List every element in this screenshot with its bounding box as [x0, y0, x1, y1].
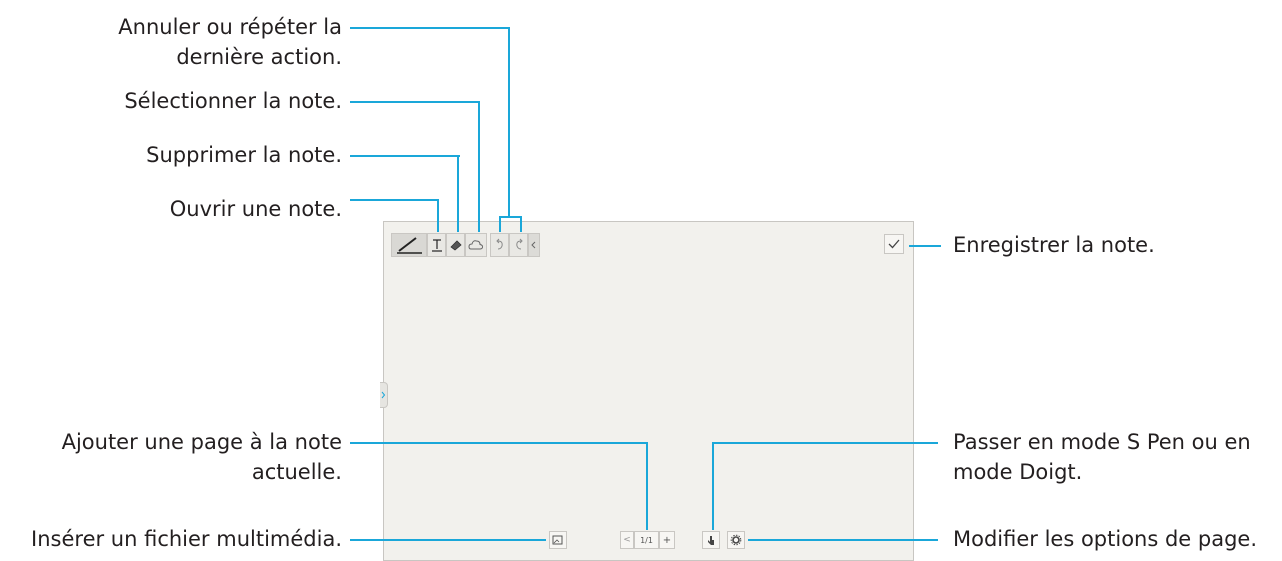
eraser-icon: [449, 240, 462, 251]
callout-bracket: [499, 216, 522, 218]
callout-bracket-right: [520, 216, 522, 232]
collapse-toolbar-button[interactable]: [528, 233, 540, 257]
eraser-button[interactable]: [446, 233, 465, 257]
pen-icon: [397, 237, 422, 254]
save-button[interactable]: [884, 234, 904, 254]
callout-line-undo-vertical: [508, 27, 510, 217]
undo-button[interactable]: [490, 233, 509, 257]
pen-finger-mode-label-line1: Passer en mode S Pen ou en: [953, 430, 1251, 454]
callout-line-add-page-vertical: [646, 442, 648, 530]
previous-page-button[interactable]: <: [620, 531, 634, 549]
open-note-label: Ouvrir une note.: [169, 197, 342, 221]
chevron-right-icon: [381, 391, 386, 399]
page-indicator-text: 1/1: [640, 535, 653, 545]
insert-media-button[interactable]: [549, 531, 567, 549]
collapse-chevron-icon: [531, 241, 536, 249]
note-canvas[interactable]: [383, 221, 914, 561]
undo-redo-label-line2: dernière action.: [176, 45, 342, 69]
page-indicator: 1/1: [634, 531, 659, 549]
callout-line-media: [350, 539, 546, 541]
redo-icon: [515, 238, 523, 250]
callout-line-select-vertical: [478, 101, 480, 232]
cloud-button[interactable]: [465, 233, 487, 257]
callout-bracket-left: [499, 216, 501, 232]
callout-line-page-options: [748, 539, 938, 541]
callout-line-add-page: [350, 442, 648, 444]
save-note-label: Enregistrer la note.: [953, 233, 1155, 257]
page-options-label: Modifier les options de page.: [953, 527, 1258, 551]
add-page-button[interactable]: +: [659, 531, 675, 549]
add-page-label-line2: actuelle.: [251, 460, 342, 484]
text-icon: [431, 239, 442, 252]
add-page-symbol: +: [662, 534, 672, 546]
redo-button[interactable]: [509, 233, 528, 257]
select-note-label: Sélectionner la note.: [124, 89, 342, 113]
cloud-icon: [468, 240, 484, 250]
callout-line-mode: [712, 442, 938, 444]
undo-redo-label-line1: Annuler ou répéter la: [118, 15, 342, 39]
callout-line-delete: [350, 155, 460, 157]
settings-gear-icon: [730, 534, 742, 546]
add-page-label-line1: Ajouter une page à la note: [61, 430, 342, 454]
pen-finger-mode-label-line2: mode Doigt.: [953, 460, 1083, 484]
undo-redo-label: Annuler ou répéter la dernière action.: [118, 14, 342, 71]
finger-mode-button[interactable]: [702, 531, 720, 549]
undo-icon: [495, 238, 503, 250]
checkmark-icon: [888, 239, 900, 249]
pen-finger-mode-label: Passer en mode S Pen ou en mode Doigt.: [953, 429, 1251, 486]
add-page-label: Ajouter une page à la note actuelle.: [62, 429, 342, 486]
page-settings-button[interactable]: [727, 531, 745, 549]
finger-mode-icon: [708, 536, 714, 545]
callout-line-delete-vertical: [457, 155, 459, 232]
callout-line-mode-vertical: [712, 442, 714, 530]
delete-note-label: Supprimer la note.: [146, 143, 342, 167]
pen-button[interactable]: [391, 233, 427, 257]
callout-line-open: [350, 199, 439, 201]
callout-line-open-vertical: [437, 199, 439, 232]
side-panel-handle[interactable]: [380, 382, 388, 408]
previous-page-symbol: <: [623, 535, 631, 545]
text-button[interactable]: [427, 233, 446, 257]
callout-line-select: [350, 101, 480, 103]
insert-media-label: Insérer un fichier multimédia.: [31, 527, 342, 551]
media-icon: [552, 535, 563, 545]
callout-line-undo: [350, 27, 510, 29]
callout-line-save: [909, 245, 941, 247]
